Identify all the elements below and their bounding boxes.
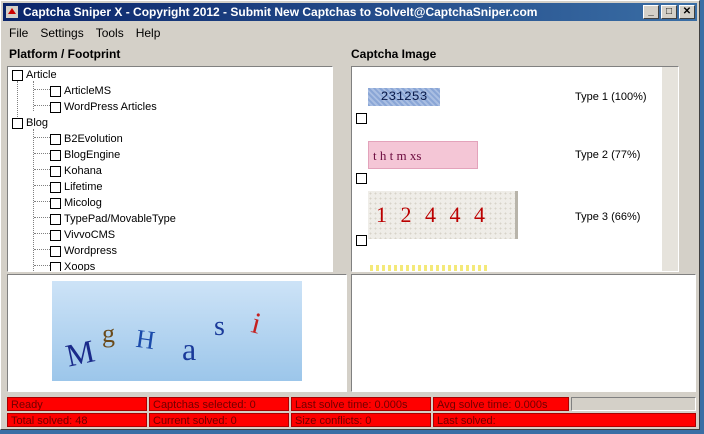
main-window: Captcha Sniper X - Copyright 2012 - Subm… (0, 0, 700, 430)
captcha-type-label: Type 2 (77%) (575, 149, 641, 161)
status-avg-solve-time: Avg solve time: 0.000s (433, 397, 569, 411)
progress-bar (571, 397, 696, 411)
tree-item-label: Xoops (64, 261, 96, 272)
captcha-image: t h t m xs (368, 141, 478, 169)
captcha-text: 231253 (380, 89, 428, 104)
tree-item-articlems[interactable]: ArticleMS (50, 83, 111, 99)
menu-tools[interactable]: Tools (90, 26, 130, 40)
checkbox[interactable] (50, 261, 61, 271)
checkbox[interactable] (12, 69, 23, 81)
captcha-type-label: Type 1 (100%) (575, 91, 647, 103)
maximize-button[interactable]: □ (661, 5, 677, 19)
tree-item-blogengine[interactable]: BlogEngine (50, 147, 120, 163)
app-icon (6, 6, 18, 18)
checkbox[interactable] (50, 245, 61, 257)
tree-item-label: ArticleMS (64, 85, 112, 97)
tree-item-label: VivvoCMS (64, 229, 116, 241)
menu-bar: File Settings Tools Help (3, 23, 697, 43)
captcha-list-scrollbar[interactable] (662, 67, 678, 271)
tree-item-label: Article (26, 69, 57, 81)
tree-item-label: WordPress Articles (64, 101, 157, 113)
title-bar[interactable]: Captcha Sniper X - Copyright 2012 - Subm… (3, 3, 697, 21)
minimize-button[interactable]: _ (643, 5, 659, 19)
checkbox[interactable] (50, 101, 61, 113)
checkbox[interactable] (50, 133, 61, 145)
tree-item-article[interactable]: Article (12, 67, 57, 83)
tree-item-typepad[interactable]: TypePad/MovableType (50, 211, 176, 227)
tree-item-label: Wordpress (64, 245, 117, 257)
tree-item-label: Kohana (64, 165, 102, 177)
preview-panel: M g H a s i (7, 274, 347, 392)
captcha-image: 231253 (368, 88, 440, 106)
tree-item-xoops[interactable]: Xoops (50, 259, 96, 272)
checkbox[interactable] (50, 85, 61, 97)
preview-letter: s (214, 311, 225, 342)
captcha-text: 1 2 4 4 4 (376, 202, 489, 227)
preview-letter: M (62, 332, 98, 374)
captcha-checkbox[interactable] (356, 173, 367, 184)
checkbox[interactable] (50, 229, 61, 241)
tree-item-label: Lifetime (64, 181, 103, 193)
tree-item-label: BlogEngine (64, 149, 121, 161)
captcha-image: 1 2 4 4 4 (368, 191, 518, 239)
tree-item-micolog[interactable]: Micolog (50, 195, 102, 211)
status-ready: Ready (7, 397, 147, 411)
window-title: Captcha Sniper X - Copyright 2012 - Subm… (23, 5, 538, 19)
captcha-type-label: Type 3 (66%) (575, 211, 641, 223)
status-last-solve-time: Last solve time: 0.000s (291, 397, 431, 411)
checkbox[interactable] (50, 213, 61, 225)
tree-item-wordpress[interactable]: Wordpress (50, 243, 117, 259)
checkbox[interactable] (12, 117, 23, 129)
status-last-solved: Last solved: (433, 413, 696, 427)
checkbox[interactable] (50, 181, 61, 193)
status-total-solved: Total solved: 48 (7, 413, 147, 427)
preview-letter: g (102, 319, 115, 348)
partial-captcha-image (370, 265, 490, 271)
menu-file[interactable]: File (3, 26, 34, 40)
tree-item-kohana[interactable]: Kohana (50, 163, 102, 179)
preview-letter: a (182, 331, 197, 367)
tree-item-label: TypePad/MovableType (64, 213, 176, 225)
platform-label: Platform / Footprint (9, 47, 121, 61)
checkbox[interactable] (50, 197, 61, 209)
captcha-label: Captcha Image (351, 47, 437, 61)
menu-help[interactable]: Help (130, 26, 167, 40)
tree-item-blog[interactable]: Blog (12, 115, 48, 131)
platform-tree[interactable]: Article ArticleMS WordPress Articles Blo… (7, 66, 333, 272)
checkbox[interactable] (50, 165, 61, 177)
tree-item-b2evolution[interactable]: B2Evolution (50, 131, 123, 147)
captcha-checkbox[interactable] (356, 113, 367, 124)
status-size-conflicts: Size conflicts: 0 (291, 413, 431, 427)
tree-item-label: Blog (26, 117, 49, 129)
close-button[interactable]: ✕ (679, 5, 695, 19)
tree-item-lifetime[interactable]: Lifetime (50, 179, 103, 195)
tree-item-label: B2Evolution (64, 133, 123, 145)
menu-settings[interactable]: Settings (34, 26, 89, 40)
tree-item-label: Micolog (64, 197, 102, 209)
result-panel (351, 274, 696, 392)
captcha-list[interactable]: 231253 Type 1 (100%) t h t m xs Type 2 (… (351, 66, 679, 272)
preview-letter: H (134, 323, 157, 356)
checkbox[interactable] (50, 149, 61, 161)
preview-captcha-image: M g H a s i (52, 281, 302, 381)
status-captchas-selected: Captchas selected: 0 (149, 397, 289, 411)
captcha-checkbox[interactable] (356, 235, 367, 246)
captcha-text: t h t m xs (373, 148, 422, 163)
tree-item-vivvocms[interactable]: VivvoCMS (50, 227, 115, 243)
tree-item-wordpress-articles[interactable]: WordPress Articles (50, 99, 157, 115)
status-current-solved: Current solved: 0 (149, 413, 289, 427)
preview-letter: i (248, 306, 265, 341)
